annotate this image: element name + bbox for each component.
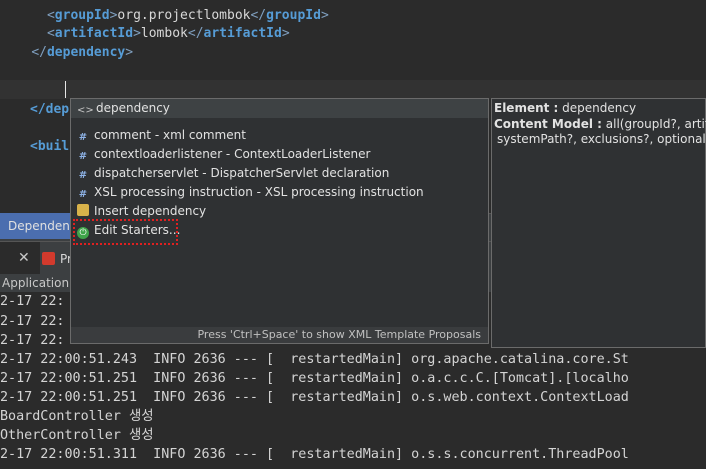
assist-selected-row[interactable]: <> dependency	[71, 99, 488, 118]
close-icon[interactable]: ✕	[18, 250, 30, 266]
artifactid-close-tag: artifactId	[203, 26, 282, 41]
console-line: 2-17 22:00:51.243 INFO 2636 --- [ restar…	[0, 352, 629, 367]
assist-item-label: dependency	[96, 101, 170, 115]
assist-item-label: Insert dependency	[94, 204, 207, 218]
template-icon: #	[78, 151, 88, 162]
element-label: Element :	[494, 101, 559, 115]
element-value: dependency	[558, 101, 637, 115]
dependency-close-tag: dependency	[46, 45, 126, 60]
content-model-line: Content Model : all(groupId?, artifactId	[494, 116, 706, 132]
groupid-value: org.projectlombok	[117, 8, 251, 23]
console-line-hidden: 2-17 22:	[0, 333, 65, 348]
artifactid-value: lombok	[140, 26, 188, 41]
partial-close-tag: </dep	[30, 102, 70, 117]
tab-dependencies[interactable]: Dependenc	[0, 213, 80, 239]
text-caret	[65, 81, 66, 98]
editor-line-dependency-close: </dependency>	[31, 45, 134, 60]
element-line: Element : dependency	[494, 100, 636, 116]
assist-item-xsl[interactable]: # XSL processing instruction - XSL proces…	[77, 183, 424, 202]
editor-line-groupid: <groupId>org.projectlombok</groupId>	[46, 8, 329, 23]
assist-item-label: comment - xml comment	[94, 128, 246, 142]
assist-item-label: dispatcherservlet - DispatcherServlet de…	[94, 166, 390, 180]
editor-line-artifactid: <artifactId>lombok</artifactId>	[46, 26, 290, 41]
console-line: OtherController 생성	[0, 428, 154, 443]
content-model-label: Content Model :	[494, 117, 602, 131]
content-model-continued: systemPath?, exclusions?, optional?)	[497, 132, 706, 146]
console-line: 2-17 22:00:51.251 INFO 2636 --- [ restar…	[0, 390, 629, 405]
partial-open-tag: <buil	[30, 139, 70, 154]
artifactid-open-tag: artifactId	[54, 26, 134, 41]
content-model-value: all(groupId?, artifactId	[605, 117, 706, 131]
assist-footer-hint: Press 'Ctrl+Space' to show XML Template …	[71, 327, 488, 343]
assist-item-contextloaderlistener[interactable]: # contextloaderlistener - ContextLoaderLi…	[77, 145, 371, 164]
assist-item-label: XSL processing instruction - XSL process…	[94, 185, 424, 199]
console-line: 2-17 22:00:51.251 INFO 2636 --- [ restar…	[0, 371, 629, 386]
edit-starters-highlight	[73, 219, 178, 245]
groupid-close-tag: groupId	[266, 8, 321, 23]
template-icon: #	[78, 189, 88, 200]
template-icon: #	[78, 132, 88, 143]
console-line: 2-17 22:00:51.311 INFO 2636 --- [ restar…	[0, 447, 629, 462]
content-assist-popup[interactable]: <> dependency # comment - xml comment # con…	[70, 98, 489, 344]
assist-item-dispatcherservlet[interactable]: # dispatcherservlet - DispatcherServlet d…	[77, 164, 390, 183]
assist-item-label: contextloaderlistener - ContextLoaderLis…	[94, 147, 371, 161]
assist-item-comment[interactable]: # comment - xml comment	[77, 126, 246, 145]
console-line-hidden: 2-17 22:	[0, 294, 65, 309]
console-line: BoardController 생성	[0, 409, 154, 424]
template-icon: #	[78, 170, 88, 181]
console-line-hidden: 2-17 22:	[0, 314, 65, 329]
folder-icon	[77, 204, 89, 216]
xml-tag-icon: <>	[77, 105, 94, 116]
element-info-popup: Element : dependency Content Model : all…	[491, 98, 706, 348]
assist-item-dependency[interactable]: <> dependency	[77, 99, 170, 118]
groupid-open-tag: groupId	[54, 8, 110, 23]
current-line-highlight	[0, 80, 706, 99]
problems-icon	[42, 252, 55, 265]
